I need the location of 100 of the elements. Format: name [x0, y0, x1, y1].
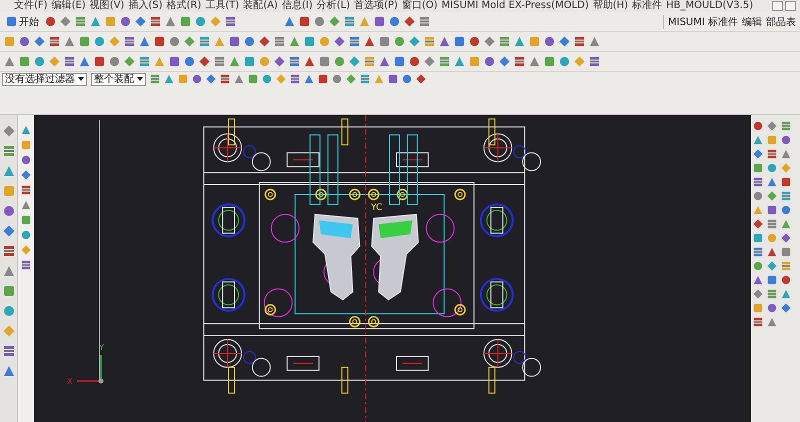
- triangle-icon[interactable]: [767, 177, 777, 187]
- triangle-icon[interactable]: [304, 74, 314, 84]
- square-icon[interactable]: [21, 215, 31, 225]
- circle-icon[interactable]: [753, 261, 763, 271]
- circle-icon[interactable]: [402, 74, 412, 84]
- circle-icon[interactable]: [192, 74, 202, 84]
- circle-icon[interactable]: [169, 36, 180, 47]
- bars-icon[interactable]: [767, 219, 777, 229]
- diamond-icon[interactable]: [184, 36, 195, 47]
- triangle-icon[interactable]: [2, 265, 14, 277]
- diamond-icon[interactable]: [329, 16, 340, 27]
- circle-icon[interactable]: [767, 163, 777, 173]
- triangle-icon[interactable]: [439, 36, 450, 47]
- circle-icon[interactable]: [19, 36, 30, 47]
- circle-icon[interactable]: [262, 74, 272, 84]
- diamond-icon[interactable]: [2, 125, 14, 137]
- circle-icon[interactable]: [21, 155, 31, 165]
- bars-icon[interactable]: [75, 16, 86, 27]
- menu-item[interactable]: 工具(T): [205, 0, 240, 12]
- circle-icon[interactable]: [394, 36, 405, 47]
- minimize-button[interactable]: [772, 1, 783, 11]
- bars-icon[interactable]: [767, 149, 777, 159]
- toolbar-menu-item[interactable]: 编辑: [742, 14, 762, 28]
- bars-icon[interactable]: [124, 36, 135, 47]
- bars-icon[interactable]: [2, 345, 14, 357]
- diamond-icon[interactable]: [416, 74, 426, 84]
- diamond-icon[interactable]: [135, 16, 146, 27]
- square-icon[interactable]: [767, 205, 777, 215]
- bars-icon[interactable]: [499, 36, 510, 47]
- diamond-icon[interactable]: [259, 36, 270, 47]
- triangle-icon[interactable]: [64, 36, 75, 47]
- bars-icon[interactable]: [49, 36, 60, 47]
- square-icon[interactable]: [318, 74, 328, 84]
- bars-icon[interactable]: [767, 289, 777, 299]
- square-icon[interactable]: [544, 56, 555, 67]
- bars-icon[interactable]: [424, 36, 435, 47]
- bars-icon[interactable]: [214, 56, 225, 67]
- menu-item[interactable]: HB_MOULD(V3.5): [666, 0, 754, 12]
- diamond-icon[interactable]: [346, 74, 356, 84]
- square-icon[interactable]: [180, 16, 191, 27]
- triangle-icon[interactable]: [454, 56, 465, 67]
- square-icon[interactable]: [244, 56, 255, 67]
- triangle-icon[interactable]: [589, 36, 600, 47]
- square-icon[interactable]: [767, 275, 777, 285]
- menu-item[interactable]: 格式(R): [166, 0, 202, 12]
- circle-icon[interactable]: [559, 56, 570, 67]
- diamond-icon[interactable]: [349, 56, 360, 67]
- circle-icon[interactable]: [781, 275, 791, 285]
- diamond-icon[interactable]: [753, 219, 763, 229]
- circle-icon[interactable]: [389, 16, 400, 27]
- triangle-icon[interactable]: [165, 16, 176, 27]
- bars-icon[interactable]: [21, 185, 31, 195]
- triangle-icon[interactable]: [753, 275, 763, 285]
- bars-icon[interactable]: [514, 56, 525, 67]
- diamond-icon[interactable]: [499, 56, 510, 67]
- diamond-icon[interactable]: [404, 16, 415, 27]
- circle-icon[interactable]: [184, 56, 195, 67]
- triangle-icon[interactable]: [2, 365, 14, 377]
- circle-icon[interactable]: [484, 56, 495, 67]
- bars-icon[interactable]: [220, 74, 230, 84]
- circle-icon[interactable]: [21, 230, 31, 240]
- menu-item[interactable]: 帮助(H): [592, 0, 628, 12]
- bars-icon[interactable]: [150, 16, 161, 27]
- triangle-icon[interactable]: [21, 200, 31, 210]
- triangle-icon[interactable]: [529, 56, 540, 67]
- bars-icon[interactable]: [139, 56, 150, 67]
- square-icon[interactable]: [79, 36, 90, 47]
- square-icon[interactable]: [169, 56, 180, 67]
- triangle-icon[interactable]: [304, 56, 315, 67]
- square-icon[interactable]: [781, 177, 791, 187]
- circle-icon[interactable]: [781, 135, 791, 145]
- diamond-icon[interactable]: [21, 245, 31, 255]
- square-icon[interactable]: [753, 163, 763, 173]
- circle-icon[interactable]: [120, 16, 131, 27]
- circle-icon[interactable]: [409, 56, 420, 67]
- scope-dropdown[interactable]: 整个装配: [91, 72, 146, 86]
- square-icon[interactable]: [19, 56, 30, 67]
- diamond-icon[interactable]: [559, 36, 570, 47]
- triangle-icon[interactable]: [90, 16, 101, 27]
- bars-icon[interactable]: [344, 16, 355, 27]
- circle-icon[interactable]: [2, 305, 14, 317]
- square-icon[interactable]: [304, 36, 315, 47]
- triangle-icon[interactable]: [767, 247, 777, 257]
- triangle-icon[interactable]: [781, 219, 791, 229]
- diamond-icon[interactable]: [274, 56, 285, 67]
- triangle-icon[interactable]: [289, 36, 300, 47]
- bars-icon[interactable]: [781, 191, 791, 201]
- diamond-icon[interactable]: [124, 56, 135, 67]
- bars-icon[interactable]: [64, 56, 75, 67]
- bars-icon[interactable]: [2, 245, 14, 257]
- circle-icon[interactable]: [469, 36, 480, 47]
- diamond-icon[interactable]: [409, 36, 420, 47]
- circle-icon[interactable]: [334, 56, 345, 67]
- diamond-icon[interactable]: [781, 303, 791, 313]
- bars-icon[interactable]: [781, 121, 791, 131]
- start-button[interactable]: 开始: [4, 14, 41, 28]
- circle-icon[interactable]: [767, 303, 777, 313]
- menu-item[interactable]: MISUMI Mold EX-Press(MOLD): [442, 0, 589, 12]
- circle-icon[interactable]: [195, 16, 206, 27]
- menu-item[interactable]: 首选项(P): [354, 0, 398, 12]
